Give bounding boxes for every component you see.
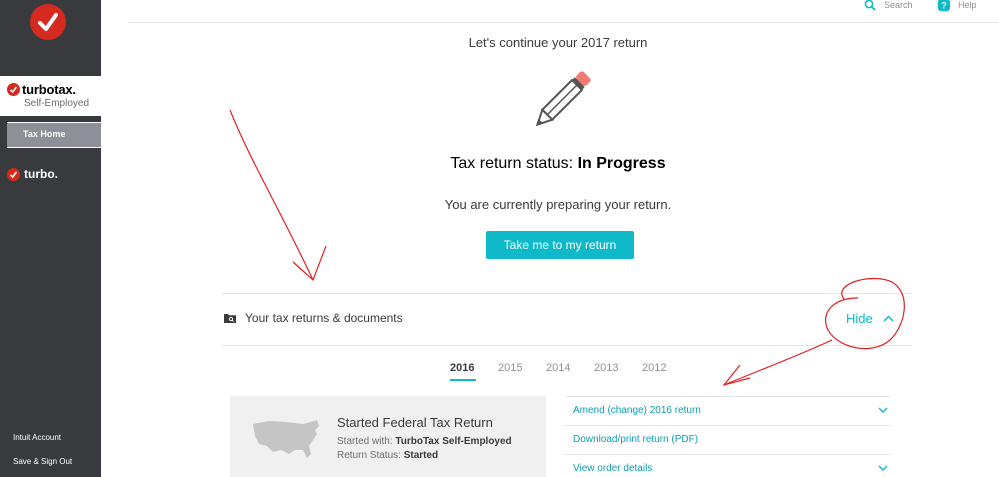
chevron-down-icon [878,407,888,413]
link-label: View order details [573,463,653,474]
link-label: Amend (change) 2016 return [573,405,701,416]
tab-year-2012[interactable]: 2012 [642,362,690,374]
card-title: Started Federal Tax Return [337,415,493,430]
active-tab-indicator [450,379,476,381]
started-with-value: TurboTax Self-Employed [395,436,512,447]
tab-year-2013[interactable]: 2013 [594,362,642,374]
sidebar-item-turbo[interactable]: turbo. [7,167,58,181]
turbotax-check-icon [7,83,20,96]
turbotax-logo-icon[interactable] [30,4,66,40]
pencil-icon [535,71,591,127]
turbo-check-icon [7,167,20,181]
return-status: Tax return status: In Progress [128,155,988,173]
turbo-label: turbo. [24,167,58,181]
status-value: In Progress [577,155,666,172]
header-search[interactable]: Search [864,0,913,11]
help-label: Help [958,0,977,10]
return-status-row: Return Status: Started [337,450,438,461]
section-divider-bottom [222,345,912,346]
page-title: Let's continue your 2017 return [468,35,648,50]
brand-subtitle: Self-Employed [24,98,90,109]
chevron-down-icon [878,465,888,471]
return-status-label: Return Status: [337,450,404,461]
sidebar: turbotax. Self-Employed Tax Home turbo. … [0,0,101,477]
tab-year-2015[interactable]: 2015 [498,362,546,374]
annotation-arrowhead [292,245,327,282]
view-order-details-link[interactable]: View order details [565,454,891,477]
usa-map-icon [253,420,319,458]
help-icon: ? [938,0,950,11]
svg-text:?: ? [941,1,947,11]
year-tabs: 2016 2015 2014 2013 2012 [450,362,690,374]
search-icon [864,0,876,11]
amend-return-link[interactable]: Amend (change) 2016 return [565,396,891,425]
return-actions: Amend (change) 2016 return Download/prin… [565,396,891,477]
status-description: You are currently preparing your return. [444,197,672,212]
started-with: Started with: TurboTax Self-Employed [337,436,512,447]
section-divider-top [222,293,912,294]
sidebar-item-tax-home[interactable]: Tax Home [7,122,101,148]
federal-return-card: Started Federal Tax Return Started with:… [230,396,546,477]
status-prefix: Tax return status: [450,155,578,172]
chevron-up-icon [883,315,894,322]
take-me-to-return-button[interactable]: Take me to my return [486,231,634,259]
sidebar-item-label: Tax Home [23,129,66,139]
tab-year-2016[interactable]: 2016 [450,362,498,374]
section-title: Your tax returns & documents [245,311,403,325]
annotation-arrowhead-2 [722,364,751,387]
header-divider [128,22,999,23]
hide-label: Hide [846,311,873,326]
intuit-account-link[interactable]: Intuit Account [13,433,61,442]
annotation-arrow-line [229,109,314,281]
download-print-link[interactable]: Download/print return (PDF) [565,425,891,454]
folder-icon [224,314,236,323]
started-with-label: Started with: [337,436,396,447]
return-status-value: Started [403,450,439,461]
link-label: Download/print return (PDF) [573,434,699,445]
header-help[interactable]: ? Help [938,0,977,11]
brand-name: turbotax. [22,82,76,97]
annotation-arrow-line-2 [723,339,833,386]
search-label: Search [884,0,913,10]
product-brand-card: turbotax. Self-Employed [0,76,101,116]
save-sign-out-link[interactable]: Save & Sign Out [13,457,72,466]
tab-year-2014[interactable]: 2014 [546,362,594,374]
hide-toggle[interactable]: Hide [846,311,894,326]
